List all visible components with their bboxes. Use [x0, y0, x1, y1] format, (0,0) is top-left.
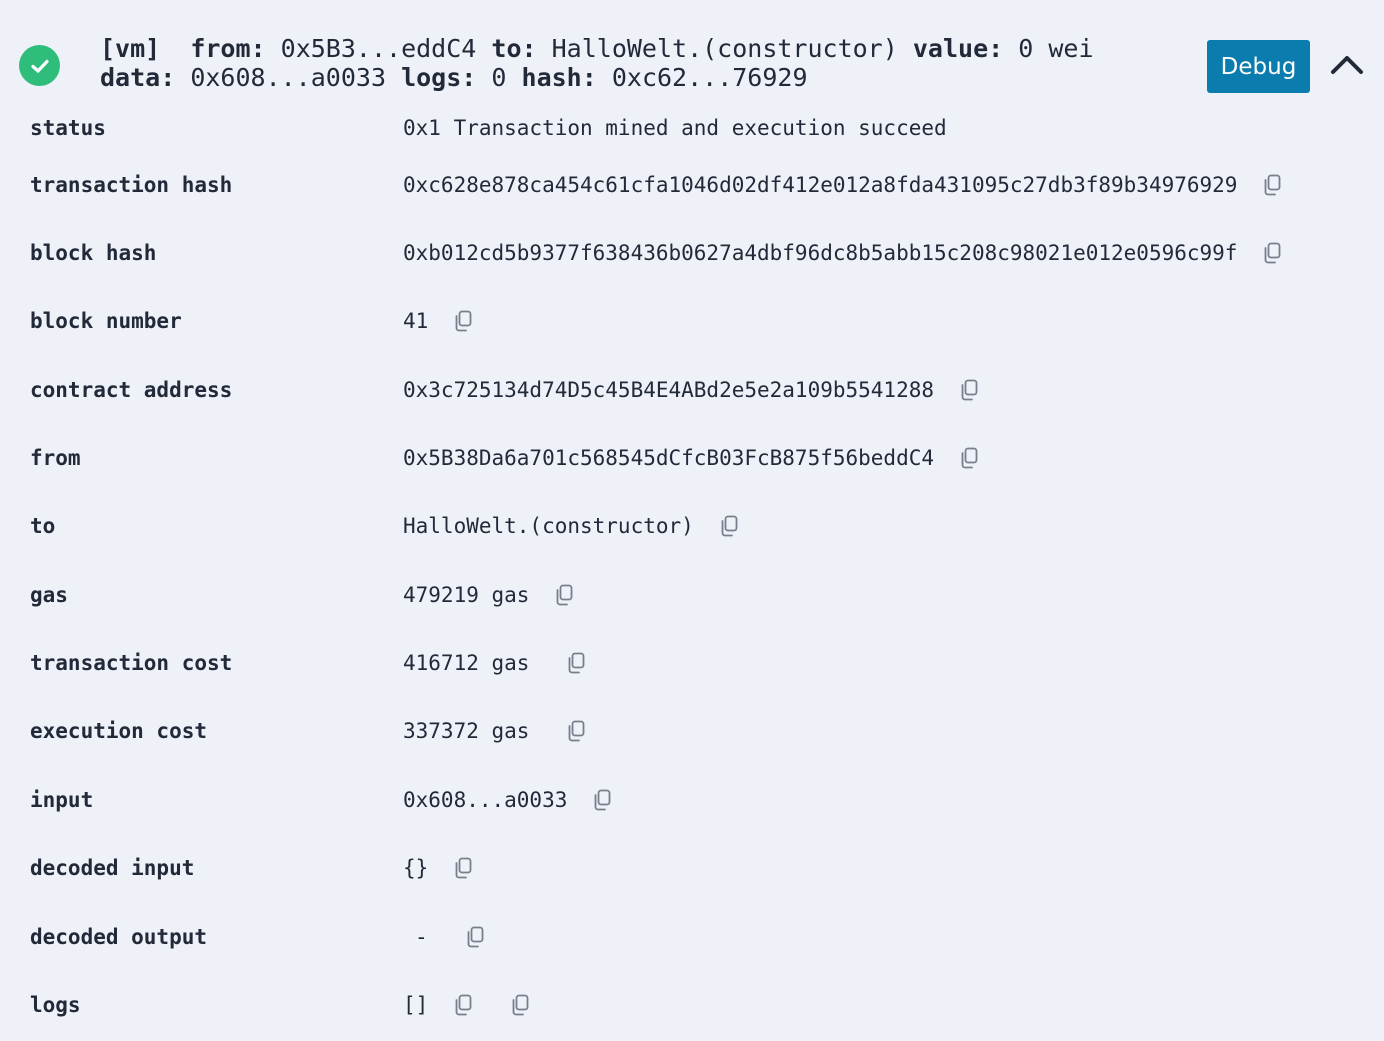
contract-address-label: contract address — [30, 378, 233, 402]
block-number-label: block number — [30, 309, 182, 333]
input-label: input — [30, 788, 94, 812]
from-row: from 0x5B38Da6a701c568545dCfcB03FcB875f5… — [0, 438, 1384, 478]
transaction-hash-value: 0xc628e878ca454c61cfa1046d02df412e012a8f… — [403, 173, 1238, 197]
to-row: to HalloWelt.(constructor) — [0, 506, 1384, 546]
value-label: value: — [912, 34, 1004, 63]
block-hash-value: 0xb012cd5b9377f638436b0627a4dbf96dc8b5ab… — [403, 241, 1238, 265]
decoded-output-value: - — [415, 925, 428, 949]
to-short: HalloWelt.(constructor) — [551, 34, 898, 63]
transaction-cost-value: 416712 gas — [403, 651, 530, 675]
execution-cost-label: execution cost — [30, 719, 208, 743]
copy-icon[interactable] — [591, 788, 613, 812]
execution-cost-row: execution cost 337372 gas — [0, 711, 1384, 751]
from-label: from: — [190, 34, 266, 63]
gas-row: gas 479219 gas — [0, 575, 1384, 615]
transaction-hash-row: transaction hash 0xc628e878ca454c61cfa10… — [0, 165, 1384, 205]
block-number-row: block number 41 — [0, 301, 1384, 341]
from-detail-value: 0x5B38Da6a701c568545dCfcB03FcB875f56bedd… — [403, 446, 935, 470]
debug-button[interactable]: Debug — [1207, 40, 1310, 93]
decoded-input-row: decoded input {} — [0, 848, 1384, 888]
execution-cost-value: 337372 gas — [403, 719, 530, 743]
data-label: data: — [100, 63, 176, 92]
data-short: 0x608...a0033 — [190, 63, 386, 92]
transaction-cost-row: transaction cost 416712 gas — [0, 643, 1384, 683]
copy-icon[interactable] — [565, 719, 587, 743]
vm-tag: [vm] — [100, 34, 161, 63]
chevron-up-icon[interactable] — [1329, 50, 1365, 80]
to-detail-value: HalloWelt.(constructor) — [403, 514, 694, 538]
status-row: status 0x1 Transaction mined and executi… — [0, 108, 1384, 148]
block-hash-label: block hash — [30, 241, 157, 265]
copy-icon[interactable] — [565, 651, 587, 675]
block-hash-row: block hash 0xb012cd5b9377f638436b0627a4d… — [0, 233, 1384, 273]
input-row: input 0x608...a0033 — [0, 780, 1384, 820]
hash-short: 0xc62...76929 — [611, 63, 808, 92]
hash-label: hash: — [521, 63, 597, 92]
gas-value: 479219 gas — [403, 583, 530, 607]
logs-count: 0 — [491, 63, 507, 92]
status-label: status — [30, 116, 106, 140]
copy-icon[interactable] — [553, 583, 575, 607]
decoded-output-row: decoded output - — [0, 917, 1384, 957]
decoded-output-label: decoded output — [30, 925, 208, 949]
copy-icon[interactable] — [958, 378, 980, 402]
transaction-summary: [vm] from: 0x5B3...eddC4 to: HalloWelt.(… — [100, 34, 1094, 92]
copy-icon[interactable] — [464, 925, 486, 949]
summary-line-2: data: 0x608...a0033 logs: 0 hash: 0xc62.… — [100, 63, 1094, 92]
success-check-icon — [19, 45, 60, 86]
block-number-value: 41 — [403, 309, 429, 333]
from-detail-label: from — [30, 446, 81, 470]
gas-label: gas — [30, 583, 68, 607]
copy-icon[interactable] — [509, 993, 531, 1017]
to-detail-label: to — [30, 514, 56, 538]
logs-detail-value: [] — [403, 993, 429, 1017]
summary-line-1: [vm] from: 0x5B3...eddC4 to: HalloWelt.(… — [100, 34, 1094, 63]
decoded-input-value: {} — [403, 856, 429, 880]
copy-icon[interactable] — [1261, 173, 1283, 197]
copy-icon[interactable] — [452, 309, 474, 333]
logs-row: logs [] — [0, 985, 1384, 1025]
to-label: to: — [491, 34, 537, 63]
copy-icon[interactable] — [452, 856, 474, 880]
transaction-header[interactable]: [vm] from: 0x5B3...eddC4 to: HalloWelt.(… — [0, 0, 1384, 120]
decoded-input-label: decoded input — [30, 856, 195, 880]
copy-icon[interactable] — [1261, 241, 1283, 265]
contract-address-value: 0x3c725134d74D5c45B4E4ABd2e5e2a109b55412… — [403, 378, 935, 402]
copy-icon[interactable] — [452, 993, 474, 1017]
from-short: 0x5B3...eddC4 — [280, 34, 477, 63]
status-value: 0x1 Transaction mined and execution succ… — [403, 116, 947, 140]
logs-detail-label: logs — [30, 993, 81, 1017]
copy-icon[interactable] — [718, 514, 740, 538]
transaction-hash-label: transaction hash — [30, 173, 233, 197]
transaction-cost-label: transaction cost — [30, 651, 233, 675]
input-value: 0x608...a0033 — [403, 788, 568, 812]
copy-icon[interactable] — [958, 446, 980, 470]
value-amount: 0 wei — [1018, 34, 1094, 63]
contract-address-row: contract address 0x3c725134d74D5c45B4E4A… — [0, 370, 1384, 410]
logs-label: logs: — [401, 63, 477, 92]
